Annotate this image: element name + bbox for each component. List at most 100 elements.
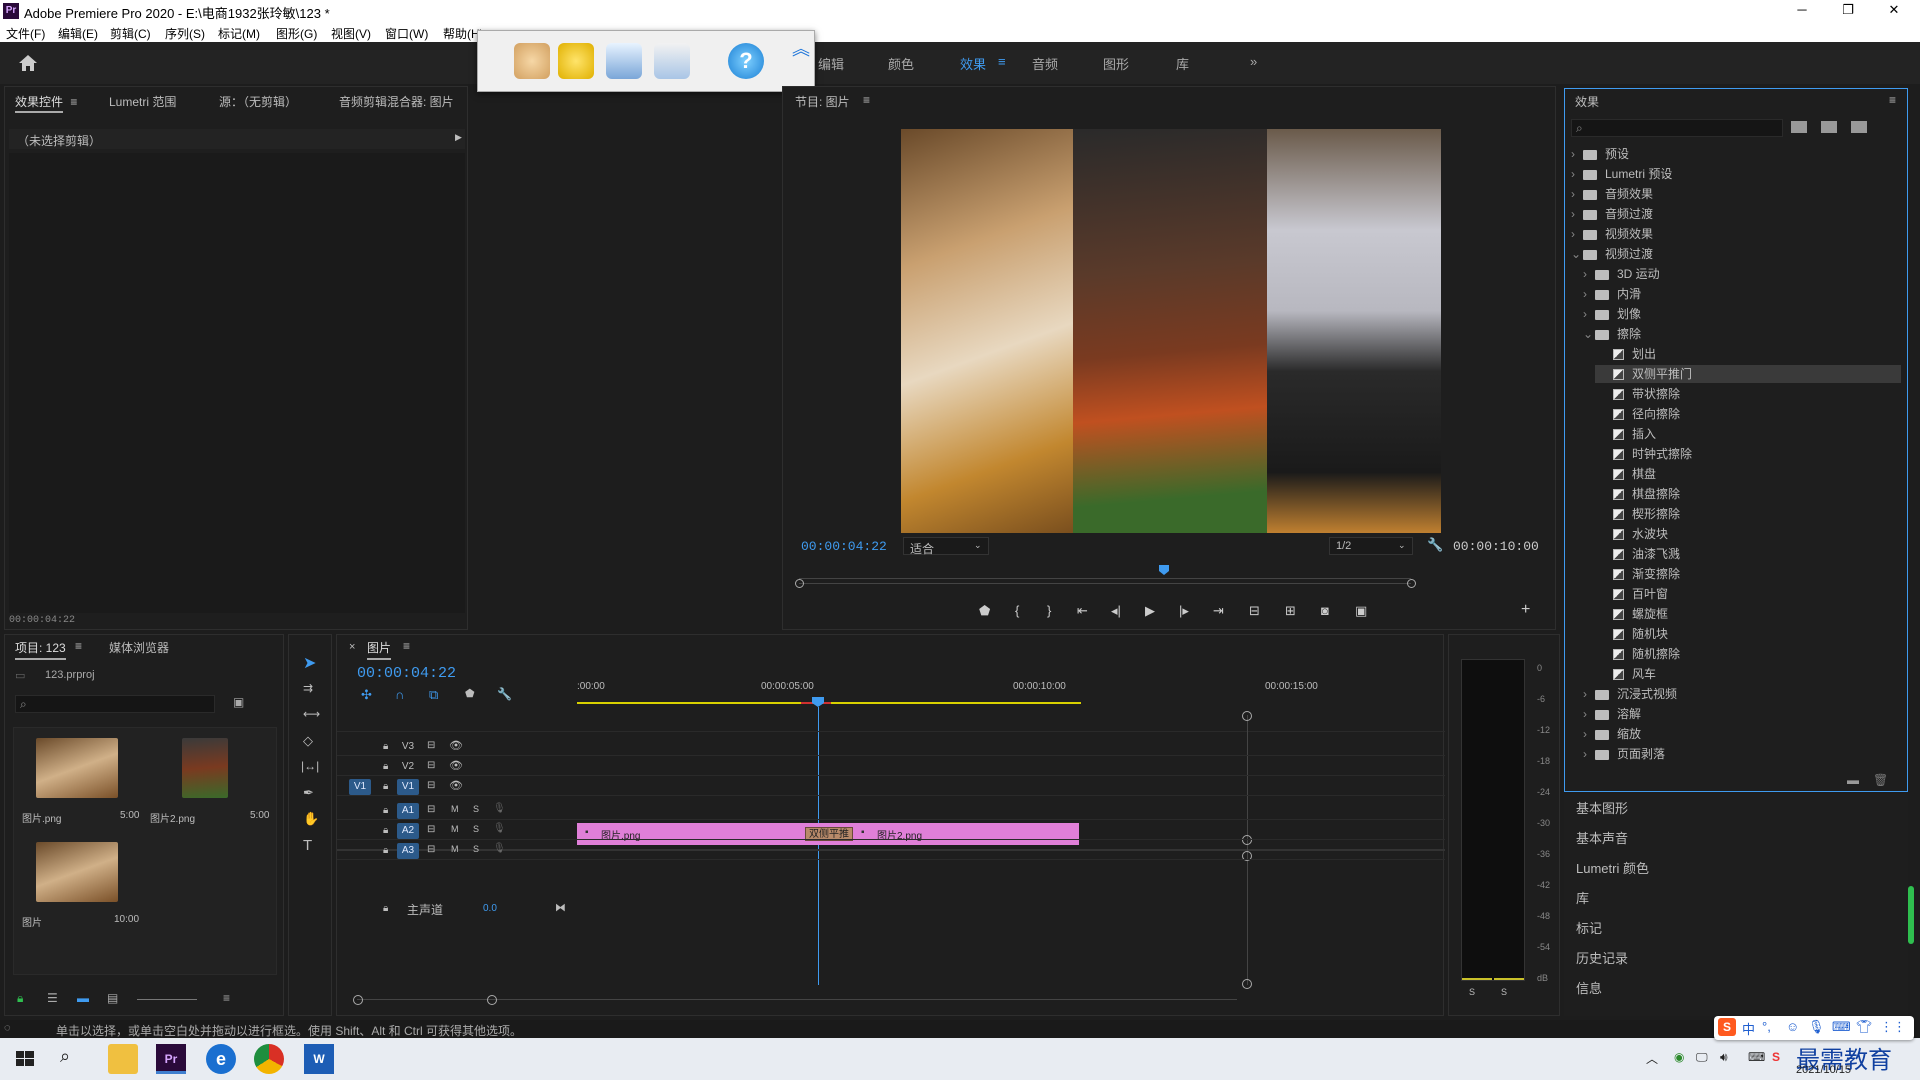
effects-tree-item[interactable]: › 划像 (1583, 305, 1901, 323)
timeline-settings-icon[interactable]: 🔧 (497, 687, 512, 701)
linked-selection-icon[interactable]: ⧉ (429, 687, 438, 703)
chevron-right-icon[interactable]: › (1583, 685, 1595, 703)
menu-sequence[interactable]: 序列(S) (165, 25, 205, 42)
zoom-slider[interactable] (137, 999, 197, 1000)
mute-button[interactable]: M (451, 804, 459, 814)
go-to-in-icon[interactable]: ⇤ (1077, 603, 1088, 619)
effects-tree-item[interactable]: 带状擦除 (1595, 385, 1901, 403)
effects-tree-item[interactable]: › 音频效果 (1571, 185, 1901, 203)
effects-tree-item[interactable]: 百叶窗 (1595, 585, 1901, 603)
track-label-a1[interactable]: A1 (397, 803, 419, 819)
help-icon[interactable]: ? (728, 43, 764, 79)
chevron-right-icon[interactable]: › (1583, 745, 1595, 763)
tab-audio-clip-mixer[interactable]: 音频剪辑混合器: 图片 (339, 93, 454, 110)
effects-tree-item[interactable]: 风车 (1595, 665, 1901, 683)
icon-view-icon[interactable]: ▬ (77, 991, 89, 1005)
camera-icon[interactable]: ◙ (1321, 603, 1329, 618)
sogou-logo-icon[interactable]: S (1718, 1018, 1736, 1036)
mark-out-icon[interactable]: } (1047, 603, 1051, 618)
tab-effects-menu-icon[interactable]: ≡ (998, 54, 1006, 69)
document-arrow-icon[interactable] (606, 43, 642, 79)
add-marker-icon[interactable]: ⬟ (979, 603, 990, 619)
zoom-handle-right[interactable] (1407, 579, 1416, 588)
effects-tree-item[interactable]: ⌄ 视频过渡 (1571, 245, 1901, 263)
sync-lock-icon[interactable]: ⊟ (427, 824, 435, 835)
delete-icon[interactable]: 🗑 (1873, 773, 1888, 787)
close-tab-icon[interactable]: × (349, 641, 355, 653)
selection-tool-icon[interactable]: ➤ (303, 653, 316, 673)
solo-button[interactable]: S (473, 824, 479, 834)
lock-icon[interactable]: 🔒︎ (383, 741, 388, 752)
tray-chevron-icon[interactable]: ︿ (1646, 1050, 1658, 1067)
effects-tree-item[interactable]: › 内滑 (1583, 285, 1901, 303)
tray-app-icon[interactable]: ◉ (1674, 1050, 1684, 1064)
comment-icon[interactable] (558, 43, 594, 79)
close-icon[interactable]: ✕ (1874, 2, 1914, 20)
track-select-tool-icon[interactable]: ⇉ (303, 681, 313, 695)
edge-icon[interactable]: e (206, 1044, 236, 1074)
effects-tree-item[interactable]: 螺旋框 (1595, 605, 1901, 623)
track-label-v3[interactable]: V3 (397, 739, 419, 755)
program-ruler[interactable] (799, 569, 1411, 579)
slip-tool-icon[interactable]: |↔| (301, 759, 319, 773)
effects-tree-item[interactable]: 水波块 (1595, 525, 1901, 543)
solo-button[interactable]: S (473, 844, 479, 854)
track-label-a2[interactable]: A2 (397, 823, 419, 839)
track-label-v2[interactable]: V2 (397, 759, 419, 775)
lock-icon[interactable]: 🔒︎ (383, 781, 388, 792)
program-current-timecode[interactable]: 00:00:04:22 (801, 539, 887, 554)
chevron-right-icon[interactable]: › (1571, 185, 1583, 203)
effects-tree-item[interactable]: 随机擦除 (1595, 645, 1901, 663)
zoom-handle-left[interactable] (353, 995, 363, 1005)
snap-icon[interactable]: ∩ (395, 687, 404, 702)
sync-lock-icon[interactable]: ⊟ (427, 804, 435, 815)
chevron-down-icon[interactable]: ⌄ (1583, 325, 1595, 343)
track-label-v1[interactable]: V1 (397, 779, 419, 795)
yuv-effects-icon[interactable] (1851, 121, 1867, 133)
ime-chinese-mode[interactable]: 中 (1742, 1019, 1755, 1038)
playhead[interactable] (812, 697, 824, 707)
extract-icon[interactable]: ⊞ (1285, 603, 1296, 619)
scrollbar[interactable] (1908, 886, 1914, 944)
play-icon[interactable]: ▶ (1145, 603, 1155, 619)
wrench-icon[interactable]: 🔧 (1427, 537, 1443, 553)
tab-library[interactable]: 库 (1176, 54, 1189, 73)
thumbnail-sequence[interactable] (36, 842, 118, 902)
effects-tree-item[interactable]: › 页面剥落 (1583, 745, 1901, 763)
new-bin-icon[interactable]: ▬ (1847, 773, 1859, 787)
ime-skin-icon[interactable]: 👕︎ (1856, 1019, 1873, 1035)
nest-icon[interactable]: ✣ (361, 687, 372, 703)
lock-icon[interactable]: 🔒︎ (383, 805, 388, 816)
effects-tree-item[interactable]: 渐变擦除 (1595, 565, 1901, 583)
lock-icon[interactable]: 🔒︎ (17, 991, 23, 1006)
lock-icon[interactable]: 🔒︎ (383, 845, 388, 856)
effects-tree-item[interactable]: › 视频效果 (1571, 225, 1901, 243)
add-marker-icon[interactable]: ⬟ (465, 687, 475, 700)
chevron-right-icon[interactable]: › (1583, 305, 1595, 323)
tab-project[interactable]: 项目: 123 (15, 639, 66, 660)
menu-view[interactable]: 视图(V) (331, 25, 371, 42)
lock-icon[interactable]: 🔒︎ (383, 825, 388, 836)
mark-in-icon[interactable]: { (1015, 603, 1019, 618)
menu-clip[interactable]: 剪辑(C) (110, 25, 151, 42)
project-search-input[interactable]: ⌕ (15, 695, 215, 713)
effects-tree-item[interactable]: 油漆飞溅 (1595, 545, 1901, 563)
comparison-view-icon[interactable]: ▣ (1355, 603, 1367, 619)
premiere-taskbar-icon[interactable]: Pr (156, 1044, 186, 1074)
step-back-icon[interactable]: ◂| (1111, 603, 1121, 619)
menu-file[interactable]: 文件(F) (6, 25, 45, 42)
effects-tree-item[interactable]: ⌄ 擦除 (1583, 325, 1901, 343)
zoom-handle-left[interactable] (795, 579, 804, 588)
effects-tree-item[interactable]: › 预设 (1571, 145, 1901, 163)
chrome-icon[interactable] (254, 1044, 284, 1074)
eye-icon[interactable]: 👁︎ (449, 759, 463, 772)
home-icon[interactable] (18, 54, 38, 72)
menu-marker[interactable]: 标记(M) (218, 25, 260, 42)
effects-tree-item[interactable]: 楔形擦除 (1595, 505, 1901, 523)
effects-tree-item[interactable]: › 缩放 (1583, 725, 1901, 743)
master-volume-value[interactable]: 0.0 (483, 903, 497, 914)
chevron-right-icon[interactable]: › (1583, 725, 1595, 743)
collapse-up-icon[interactable]: ︽ (791, 35, 811, 87)
new-bin-icon[interactable]: ▣ (233, 695, 244, 709)
menu-edit[interactable]: 编辑(E) (58, 25, 98, 42)
